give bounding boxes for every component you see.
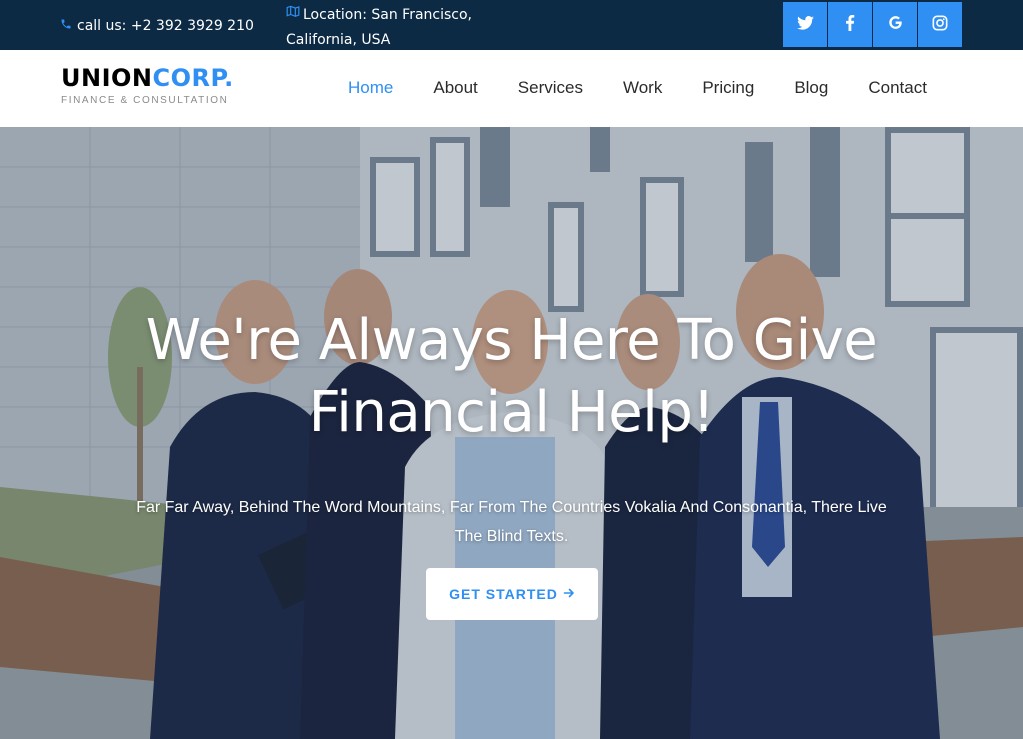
- get-started-button[interactable]: GET STARTED: [426, 568, 598, 620]
- brand-tagline: FINANCE & CONSULTATION: [61, 95, 229, 106]
- facebook-button[interactable]: [828, 2, 872, 47]
- instagram-button[interactable]: [918, 2, 962, 47]
- nav-item-work[interactable]: Work: [623, 78, 662, 98]
- nav-item-services[interactable]: Services: [518, 78, 583, 98]
- phone-contact[interactable]: call us: +2 392 3929 210: [60, 16, 254, 36]
- hero-subtitle-line-1: Far Far Away, Behind The Word Mountains,…: [136, 499, 887, 516]
- social-links: [783, 2, 962, 47]
- hero-section: We're Always Here To Give Financial Help…: [0, 127, 1023, 739]
- brand-name-part-2: CORP.: [152, 64, 234, 92]
- hero-title: We're Always Here To Give Financial Help…: [0, 305, 1023, 449]
- nav-item-blog[interactable]: Blog: [794, 78, 828, 98]
- nav-menu: Home About Services Work Pricing Blog Co…: [348, 78, 927, 98]
- brand-logo[interactable]: UNIONCORP. FINANCE & CONSULTATION: [61, 63, 234, 106]
- map-icon: [286, 1, 300, 26]
- location-info: Location: San Francisco, California, USA: [286, 3, 506, 53]
- nav-item-about[interactable]: About: [433, 78, 477, 98]
- get-started-label: GET STARTED: [449, 586, 558, 602]
- hero-title-line-2: Financial Help!: [308, 380, 715, 445]
- nav-item-contact[interactable]: Contact: [868, 78, 927, 98]
- google-icon: [887, 14, 904, 35]
- phone-text: call us: +2 392 3929 210: [77, 18, 254, 34]
- location-line-1: Location: San Francisco,: [303, 7, 473, 23]
- hero-title-line-1: We're Always Here To Give: [145, 308, 878, 373]
- location-line-2: California, USA: [286, 32, 391, 48]
- instagram-icon: [932, 15, 948, 35]
- facebook-icon: [845, 14, 855, 35]
- hero-subtitle: Far Far Away, Behind The Word Mountains,…: [100, 493, 923, 551]
- brand-name: UNIONCORP.: [61, 63, 234, 93]
- arrow-right-icon: [563, 586, 575, 602]
- main-navigation: UNIONCORP. FINANCE & CONSULTATION Home A…: [0, 50, 1023, 127]
- nav-item-pricing[interactable]: Pricing: [702, 78, 754, 98]
- nav-item-home[interactable]: Home: [348, 78, 393, 98]
- twitter-button[interactable]: [783, 2, 827, 47]
- brand-name-part-1: UNION: [61, 64, 153, 92]
- hero-subtitle-line-2: The Blind Texts.: [454, 528, 569, 545]
- top-bar: call us: +2 392 3929 210 Location: San F…: [0, 0, 1023, 50]
- google-button[interactable]: [873, 2, 917, 47]
- twitter-icon: [796, 15, 814, 34]
- phone-icon: [60, 18, 72, 34]
